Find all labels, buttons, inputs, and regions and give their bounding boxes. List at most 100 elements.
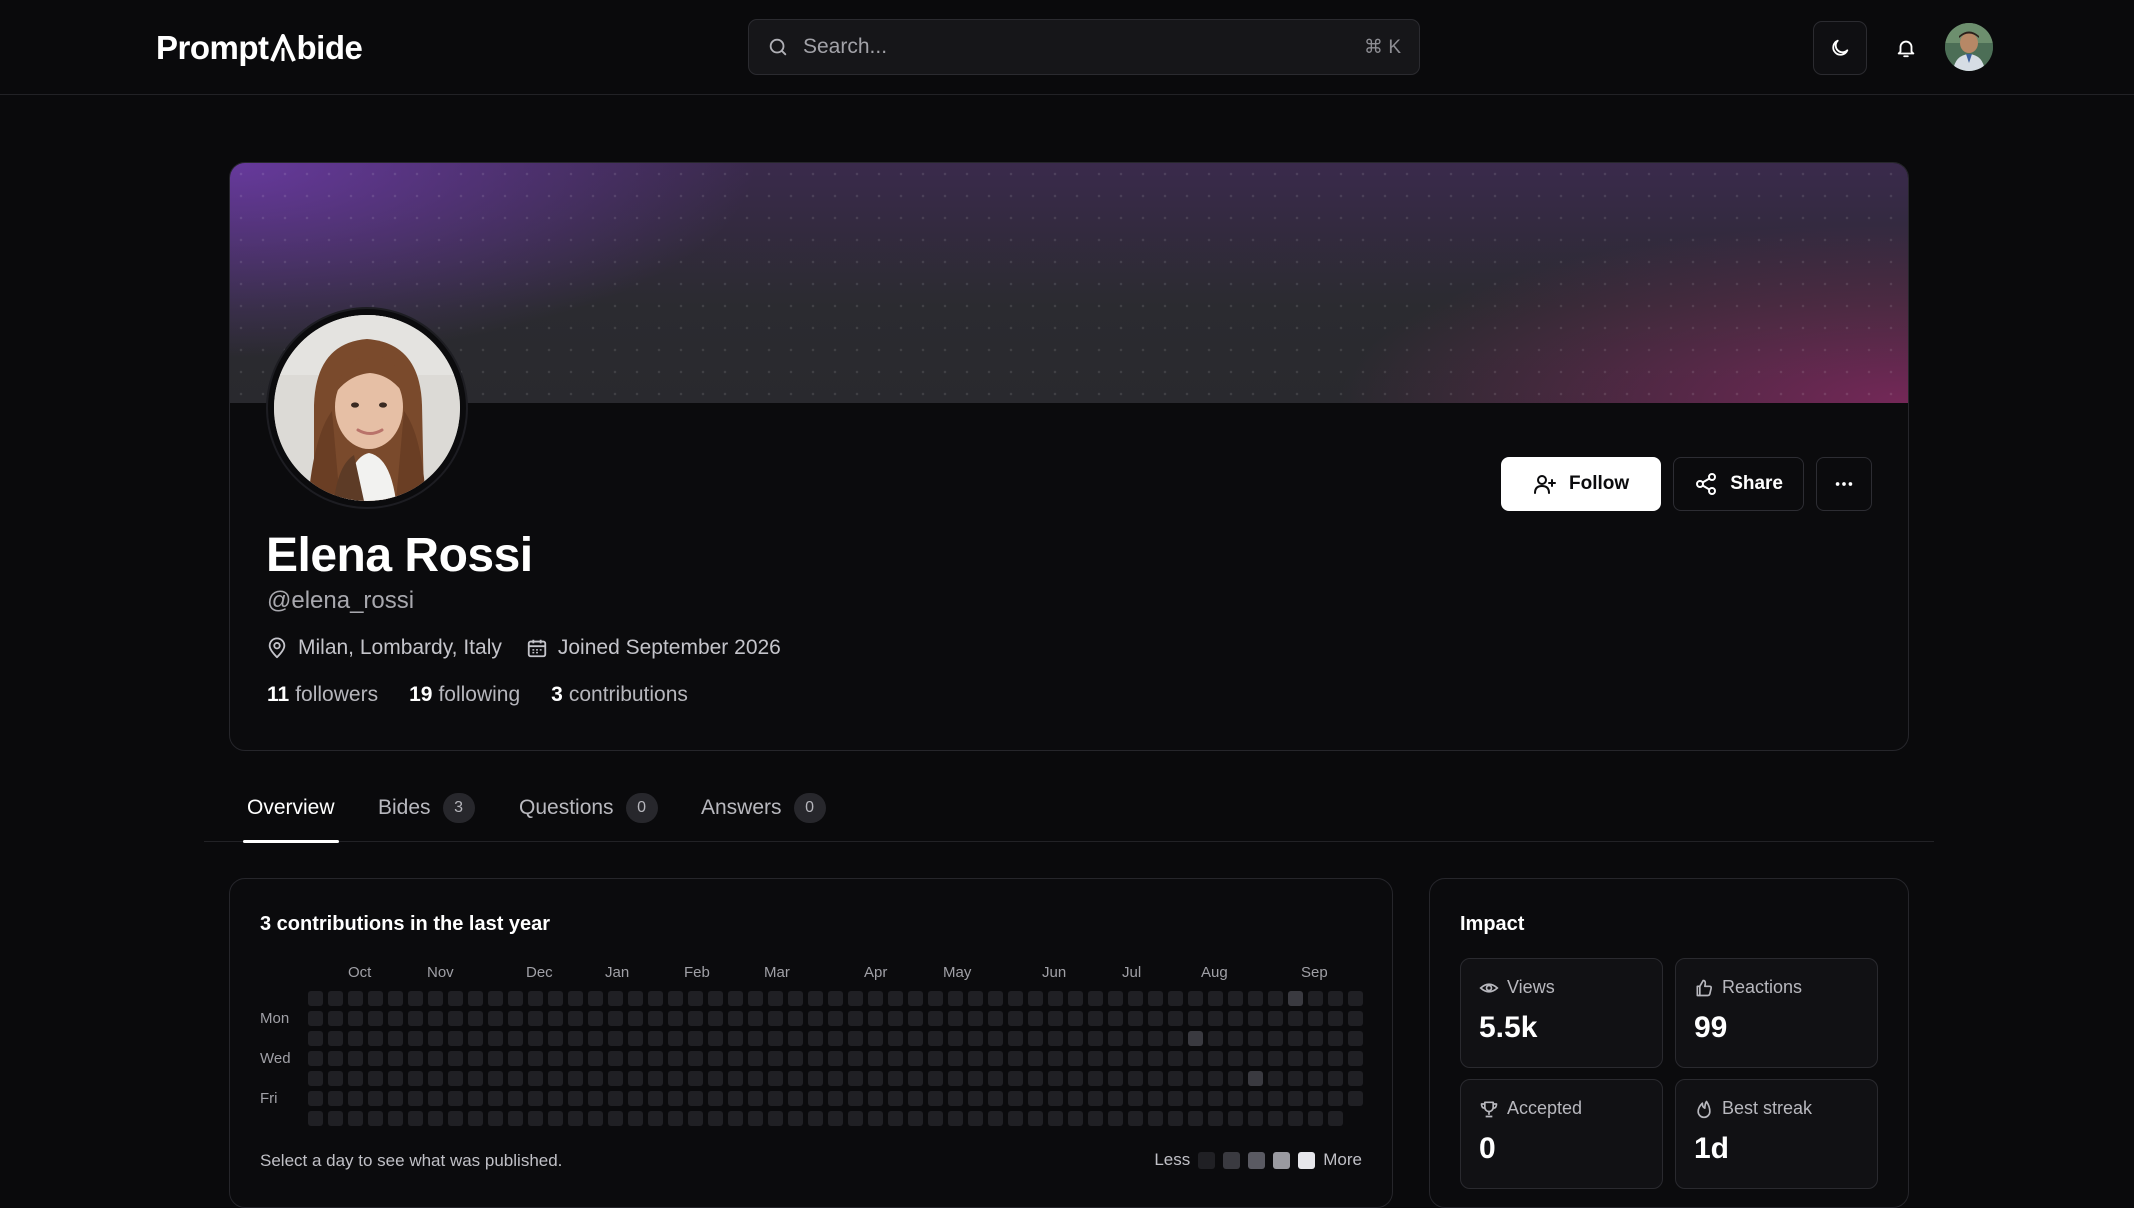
- tab-overview[interactable]: Overview: [243, 780, 339, 843]
- contribution-day-cell[interactable]: [808, 1091, 823, 1106]
- contribution-day-cell[interactable]: [1188, 1051, 1203, 1066]
- contribution-day-cell[interactable]: [548, 1031, 563, 1046]
- contribution-day-cell[interactable]: [1328, 1091, 1343, 1106]
- contribution-day-cell[interactable]: [968, 1091, 983, 1106]
- contribution-day-cell[interactable]: [428, 1031, 443, 1046]
- contribution-day-cell[interactable]: [588, 1111, 603, 1126]
- contribution-day-cell[interactable]: [908, 1031, 923, 1046]
- contribution-day-cell[interactable]: [1108, 1071, 1123, 1086]
- contribution-day-cell[interactable]: [1328, 1051, 1343, 1066]
- contribution-day-cell[interactable]: [688, 1011, 703, 1026]
- contribution-day-cell[interactable]: [1248, 1111, 1263, 1126]
- contribution-day-cell[interactable]: [748, 1091, 763, 1106]
- contribution-day-cell[interactable]: [648, 991, 663, 1006]
- contribution-day-cell[interactable]: [408, 1091, 423, 1106]
- contribution-day-cell[interactable]: [628, 991, 643, 1006]
- contribution-day-cell[interactable]: [788, 1031, 803, 1046]
- contribution-day-cell[interactable]: [988, 1091, 1003, 1106]
- contribution-day-cell[interactable]: [468, 1031, 483, 1046]
- contribution-day-cell[interactable]: [368, 1111, 383, 1126]
- contribution-day-cell[interactable]: [888, 1091, 903, 1106]
- contribution-day-cell[interactable]: [868, 1011, 883, 1026]
- contribution-day-cell[interactable]: [688, 1051, 703, 1066]
- following-link[interactable]: 19 following: [409, 683, 520, 707]
- contribution-day-cell[interactable]: [388, 1051, 403, 1066]
- contribution-day-cell[interactable]: [448, 1051, 463, 1066]
- contribution-day-cell[interactable]: [488, 1031, 503, 1046]
- contribution-day-cell[interactable]: [648, 1031, 663, 1046]
- contribution-day-cell[interactable]: [1168, 1091, 1183, 1106]
- contribution-day-cell[interactable]: [948, 1091, 963, 1106]
- contribution-day-cell[interactable]: [568, 1111, 583, 1126]
- contribution-day-cell[interactable]: [1348, 991, 1363, 1006]
- contribution-day-cell[interactable]: [928, 1051, 943, 1066]
- contribution-day-cell[interactable]: [648, 1091, 663, 1106]
- contribution-day-cell[interactable]: [1288, 1071, 1303, 1086]
- contribution-day-cell[interactable]: [808, 1031, 823, 1046]
- contribution-day-cell[interactable]: [708, 1091, 723, 1106]
- contribution-day-cell[interactable]: [688, 1071, 703, 1086]
- contribution-day-cell[interactable]: [368, 1071, 383, 1086]
- contribution-day-cell[interactable]: [1028, 1111, 1043, 1126]
- contribution-day-cell[interactable]: [468, 1091, 483, 1106]
- contribution-day-cell[interactable]: [1348, 1011, 1363, 1026]
- contribution-day-cell[interactable]: [408, 991, 423, 1006]
- contribution-day-cell[interactable]: [1348, 1031, 1363, 1046]
- contribution-day-cell[interactable]: [908, 1111, 923, 1126]
- contribution-day-cell[interactable]: [848, 991, 863, 1006]
- contribution-day-cell[interactable]: [428, 1071, 443, 1086]
- contribution-day-cell[interactable]: [1068, 991, 1083, 1006]
- contribution-day-cell[interactable]: [588, 1091, 603, 1106]
- contribution-day-cell[interactable]: [628, 1091, 643, 1106]
- contribution-day-cell[interactable]: [388, 991, 403, 1006]
- contribution-day-cell[interactable]: [388, 1011, 403, 1026]
- contribution-day-cell[interactable]: [348, 1111, 363, 1126]
- contribution-day-cell[interactable]: [1248, 1051, 1263, 1066]
- contribution-day-cell[interactable]: [828, 991, 843, 1006]
- contribution-day-cell[interactable]: [768, 991, 783, 1006]
- contribution-day-cell[interactable]: [748, 1071, 763, 1086]
- contribution-day-cell[interactable]: [448, 1071, 463, 1086]
- contribution-day-cell[interactable]: [1068, 1111, 1083, 1126]
- contribution-day-cell[interactable]: [848, 1011, 863, 1026]
- contribution-day-cell[interactable]: [988, 1011, 1003, 1026]
- contribution-day-cell[interactable]: [528, 1111, 543, 1126]
- contribution-day-cell[interactable]: [628, 1051, 643, 1066]
- contribution-day-cell[interactable]: [1008, 1071, 1023, 1086]
- contribution-day-cell[interactable]: [1128, 1051, 1143, 1066]
- contribution-day-cell[interactable]: [1008, 1111, 1023, 1126]
- contribution-day-cell[interactable]: [1188, 1071, 1203, 1086]
- contribution-day-cell[interactable]: [928, 1111, 943, 1126]
- contribution-day-cell[interactable]: [1148, 1091, 1163, 1106]
- contribution-day-cell[interactable]: [588, 1071, 603, 1086]
- contribution-day-cell[interactable]: [1088, 991, 1103, 1006]
- contribution-day-cell[interactable]: [928, 1011, 943, 1026]
- contribution-day-cell[interactable]: [528, 1031, 543, 1046]
- contribution-day-cell[interactable]: [748, 1111, 763, 1126]
- contribution-day-cell[interactable]: [868, 991, 883, 1006]
- contribution-day-cell[interactable]: [308, 1051, 323, 1066]
- contribution-day-cell[interactable]: [1088, 1071, 1103, 1086]
- more-options-button[interactable]: [1816, 457, 1872, 511]
- contribution-day-cell[interactable]: [488, 1091, 503, 1106]
- contribution-day-cell[interactable]: [708, 1011, 723, 1026]
- contribution-day-cell[interactable]: [908, 1051, 923, 1066]
- contribution-day-cell[interactable]: [1228, 991, 1243, 1006]
- contribution-day-cell[interactable]: [348, 1091, 363, 1106]
- tab-questions[interactable]: Questions 0: [519, 780, 658, 842]
- contribution-day-cell[interactable]: [1228, 1111, 1243, 1126]
- contribution-day-cell[interactable]: [908, 991, 923, 1006]
- contribution-day-cell[interactable]: [1348, 1051, 1363, 1066]
- contribution-day-cell[interactable]: [628, 1071, 643, 1086]
- contribution-day-cell[interactable]: [328, 1111, 343, 1126]
- contribution-day-cell[interactable]: [888, 1111, 903, 1126]
- search-input[interactable]: Search...: [803, 35, 1364, 59]
- contribution-day-cell[interactable]: [348, 991, 363, 1006]
- contribution-day-cell[interactable]: [688, 1031, 703, 1046]
- contribution-day-cell[interactable]: [328, 1031, 343, 1046]
- contribution-day-cell[interactable]: [728, 1111, 743, 1126]
- contribution-day-cell[interactable]: [728, 1051, 743, 1066]
- contribution-day-cell[interactable]: [588, 1051, 603, 1066]
- notifications-button[interactable]: [1879, 21, 1933, 75]
- contribution-day-cell[interactable]: [1168, 1071, 1183, 1086]
